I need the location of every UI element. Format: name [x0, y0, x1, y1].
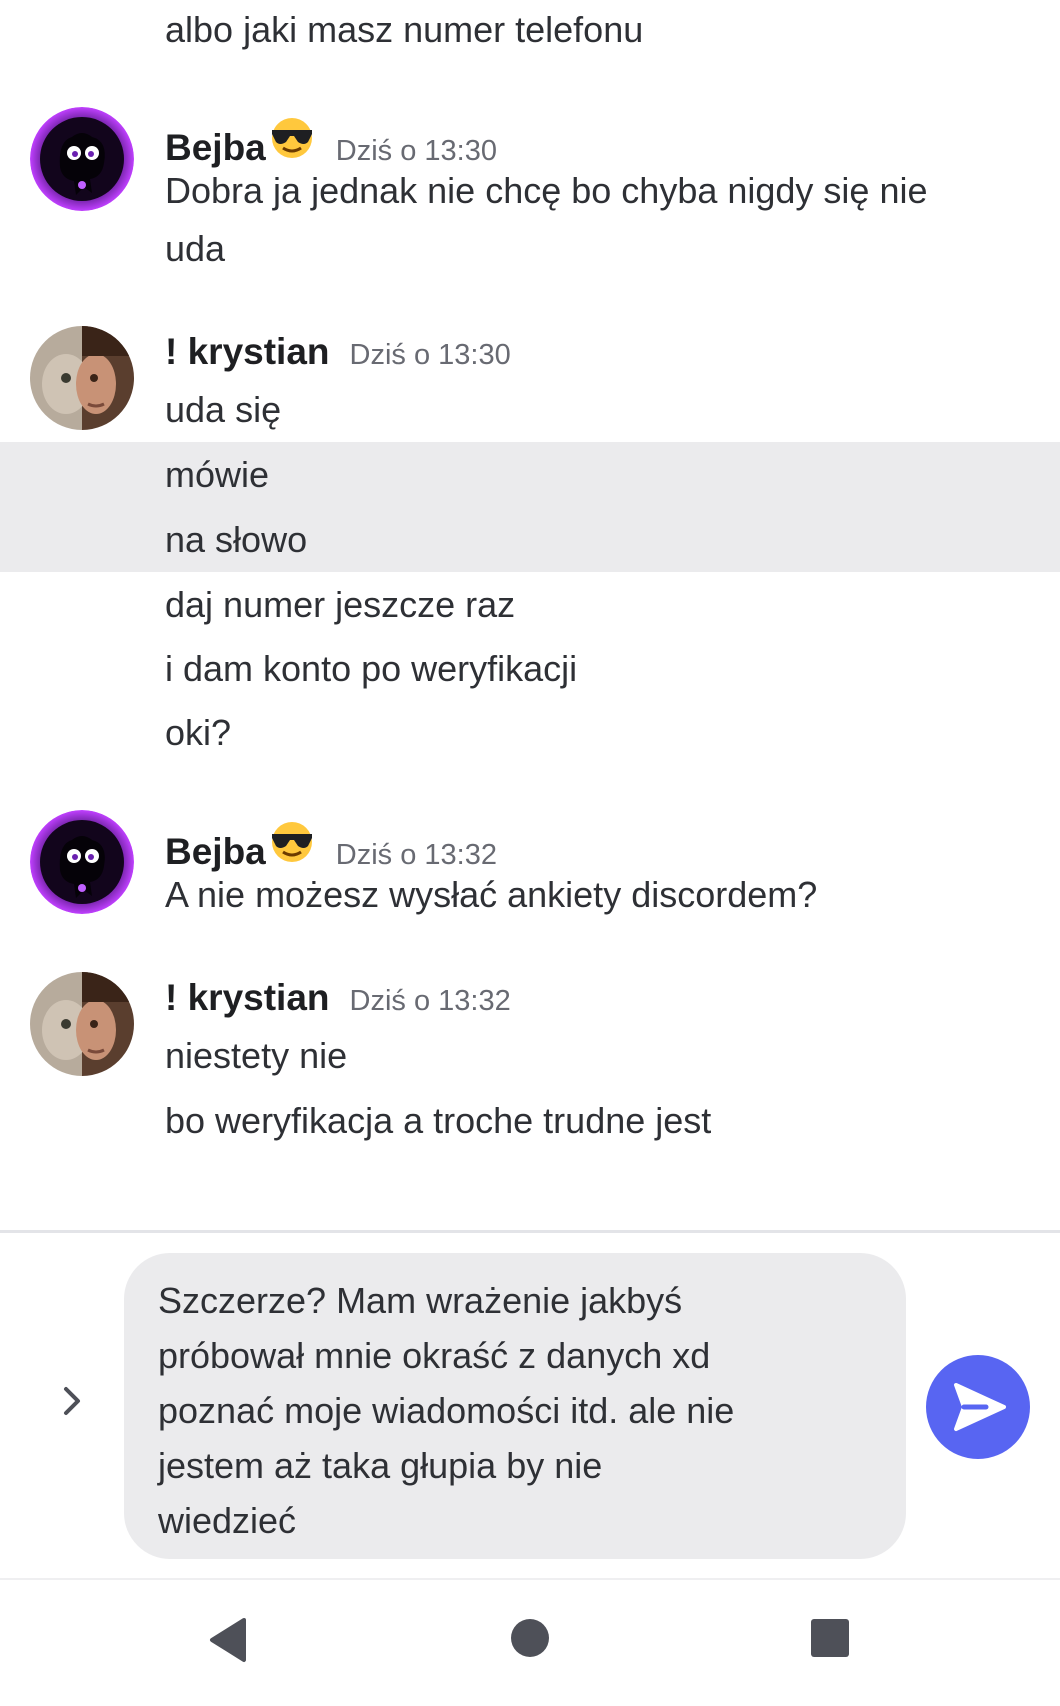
message-line: niestety nie: [165, 1035, 348, 1076]
message-line: oki?: [165, 712, 232, 753]
chat-messages: albo jaki masz numer telefonu Bejba Dziś…: [0, 0, 1060, 1232]
bejba-avatar-image: [30, 810, 134, 914]
message-line: Dobra ja jednak nie chcę bo chyba nigdy …: [165, 170, 928, 211]
username[interactable]: Bejba: [165, 127, 266, 169]
timestamp: Dziś o 13:30: [349, 339, 511, 371]
highlighted-messages: [0, 442, 1060, 572]
krystian-avatar-image: [30, 972, 134, 1076]
message-input[interactable]: Szczerze? Mam wrażenie jakbyś próbował m…: [124, 1253, 1001, 1559]
username[interactable]: Bejba: [165, 831, 266, 873]
username[interactable]: ! krystian: [165, 331, 330, 373]
avatar-bejba[interactable]: [30, 107, 134, 211]
bejba-avatar-image: [30, 107, 134, 211]
message-line: uda: [165, 228, 226, 269]
message-header: ! krystian Dziś o 13:30: [165, 331, 511, 373]
chevron-right-icon[interactable]: [52, 1381, 92, 1421]
message-header: ! krystian Dziś o 13:32: [165, 977, 511, 1019]
message-header: Bejba Dziś o 13:30: [165, 112, 497, 169]
username[interactable]: ! krystian: [165, 977, 330, 1019]
message-line: daj numer jeszcze raz: [165, 584, 516, 625]
message-draft-text[interactable]: Szczerze? Mam wrażenie jakbyś próbował m…: [158, 1273, 798, 1548]
message-line: i dam konto po weryfikacji: [165, 648, 578, 689]
message-composer: Szczerze? Mam wrażenie jakbyś próbował m…: [0, 1233, 1060, 1577]
avatar-krystian[interactable]: [30, 326, 134, 430]
avatar-krystian[interactable]: [30, 972, 134, 1076]
home-icon[interactable]: [510, 1618, 550, 1663]
message-line: na słowo: [165, 519, 308, 560]
recents-icon[interactable]: [810, 1618, 850, 1663]
message-line: albo jaki masz numer telefonu: [165, 9, 644, 50]
sunglasses-emoji-icon: [268, 816, 316, 864]
timestamp: Dziś o 13:32: [335, 839, 497, 871]
system-navbar: [0, 1578, 1060, 1706]
krystian-avatar-image: [30, 326, 134, 430]
avatar-bejba[interactable]: [30, 810, 134, 914]
timestamp: Dziś o 13:30: [335, 135, 497, 167]
message-header: Bejba Dziś o 13:32: [165, 816, 497, 873]
sunglasses-emoji-icon: [268, 112, 316, 160]
timestamp: Dziś o 13:32: [349, 985, 511, 1017]
message-line: uda się: [165, 389, 282, 430]
back-icon[interactable]: [206, 1616, 248, 1669]
send-icon: [954, 1383, 1006, 1431]
send-button[interactable]: [926, 1355, 1030, 1459]
message-line: A nie możesz wysłać ankiety discordem?: [165, 874, 818, 915]
message-line: bo weryfikacja a troche trudne jest: [165, 1100, 712, 1141]
message-line: mówie: [165, 454, 270, 495]
